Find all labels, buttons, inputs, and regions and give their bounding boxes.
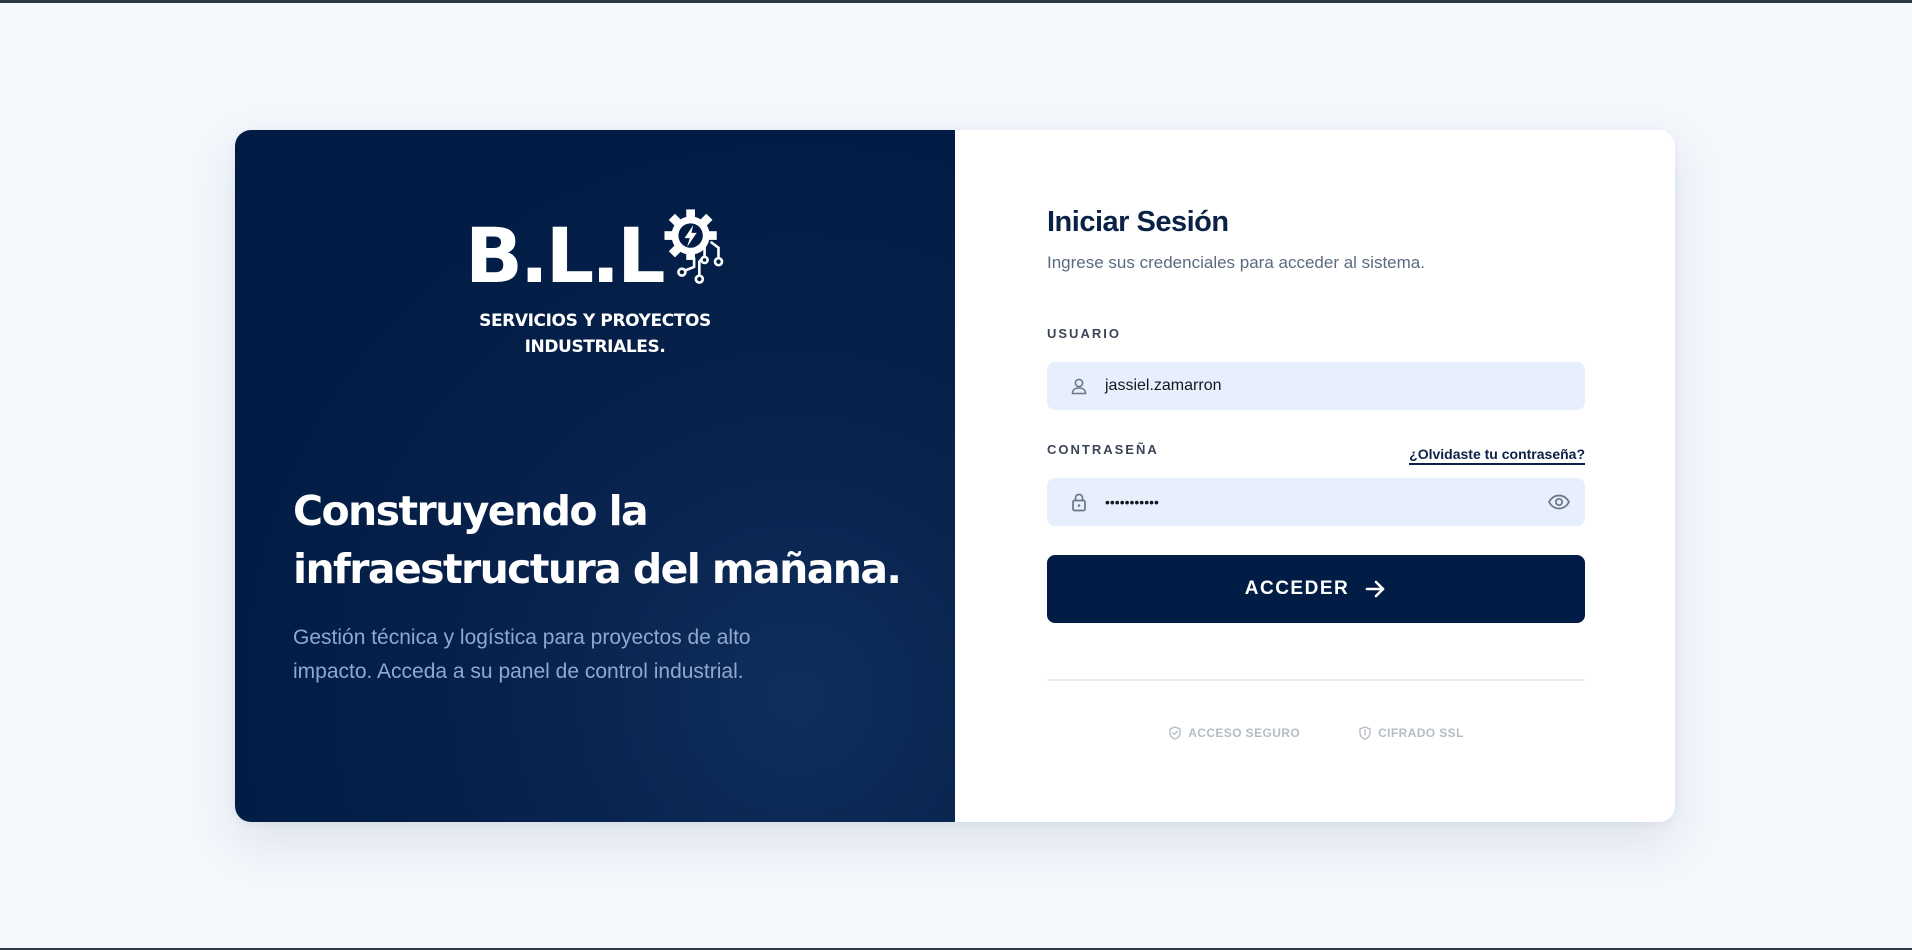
username-input[interactable]: jassiel.zamarron <box>1047 362 1585 410</box>
submit-label: ACCEDER <box>1244 578 1350 599</box>
logo-tagline-line-2: INDUSTRIALES. <box>524 337 666 357</box>
password-input[interactable]: ••••••••••• <box>1047 478 1585 526</box>
password-label: CONTRASEÑA <box>1047 442 1159 457</box>
shield-check-icon <box>1169 726 1181 740</box>
form-divider <box>1047 679 1585 681</box>
hero-description: Gestión técnica y logística para proyect… <box>293 626 751 683</box>
submit-button[interactable]: ACCEDER <box>1047 555 1585 623</box>
logo-letters: B.L.L <box>465 211 666 300</box>
security-badges: ACCESO SEGURO CIFRADO SSL <box>1047 726 1585 740</box>
username-label: USUARIO <box>1047 326 1121 341</box>
login-subtitle: Ingrese sus credenciales para acceder al… <box>1047 253 1425 272</box>
lock-icon <box>1069 492 1089 512</box>
logo-tagline-line-1: SERVICIOS Y PROYECTOS <box>479 311 711 331</box>
show-password-eye-icon[interactable] <box>1547 490 1571 514</box>
arrow-right-icon <box>1363 577 1387 601</box>
logo-mark: B.L.L <box>465 194 725 294</box>
brand-panel: B.L.L SERVICIOS Y PROYECTOS INDUSTRIALES… <box>235 130 955 822</box>
security-badge-label: CIFRADO SSL <box>1378 726 1464 740</box>
window-top-border <box>0 0 1912 3</box>
login-title: Iniciar Sesión <box>1047 206 1229 238</box>
company-logo: B.L.L SERVICIOS Y PROYECTOS INDUSTRIALES… <box>465 194 725 360</box>
logo-tagline: SERVICIOS Y PROYECTOS INDUSTRIALES. <box>465 308 725 360</box>
security-badge-label: ACCESO SEGURO <box>1188 726 1301 740</box>
hero-title: Construyendo la infraestructura del maña… <box>293 487 902 593</box>
login-card: B.L.L SERVICIOS Y PROYECTOS INDUSTRIALES… <box>235 130 1675 822</box>
password-value: ••••••••••• <box>1105 494 1159 510</box>
shield-icon <box>1359 726 1371 740</box>
user-icon <box>1069 376 1089 396</box>
login-form-panel: Iniciar Sesión Ingrese sus credenciales … <box>955 130 1675 822</box>
security-badge-ssl: CIFRADO SSL <box>1358 726 1464 740</box>
gear-lightning-circuit-icon <box>664 209 723 284</box>
security-badge-secure-access: ACCESO SEGURO <box>1168 726 1300 740</box>
username-value: jassiel.zamarron <box>1105 377 1222 394</box>
forgot-password-link[interactable]: ¿Olvidaste tu contraseña? <box>1409 446 1585 465</box>
